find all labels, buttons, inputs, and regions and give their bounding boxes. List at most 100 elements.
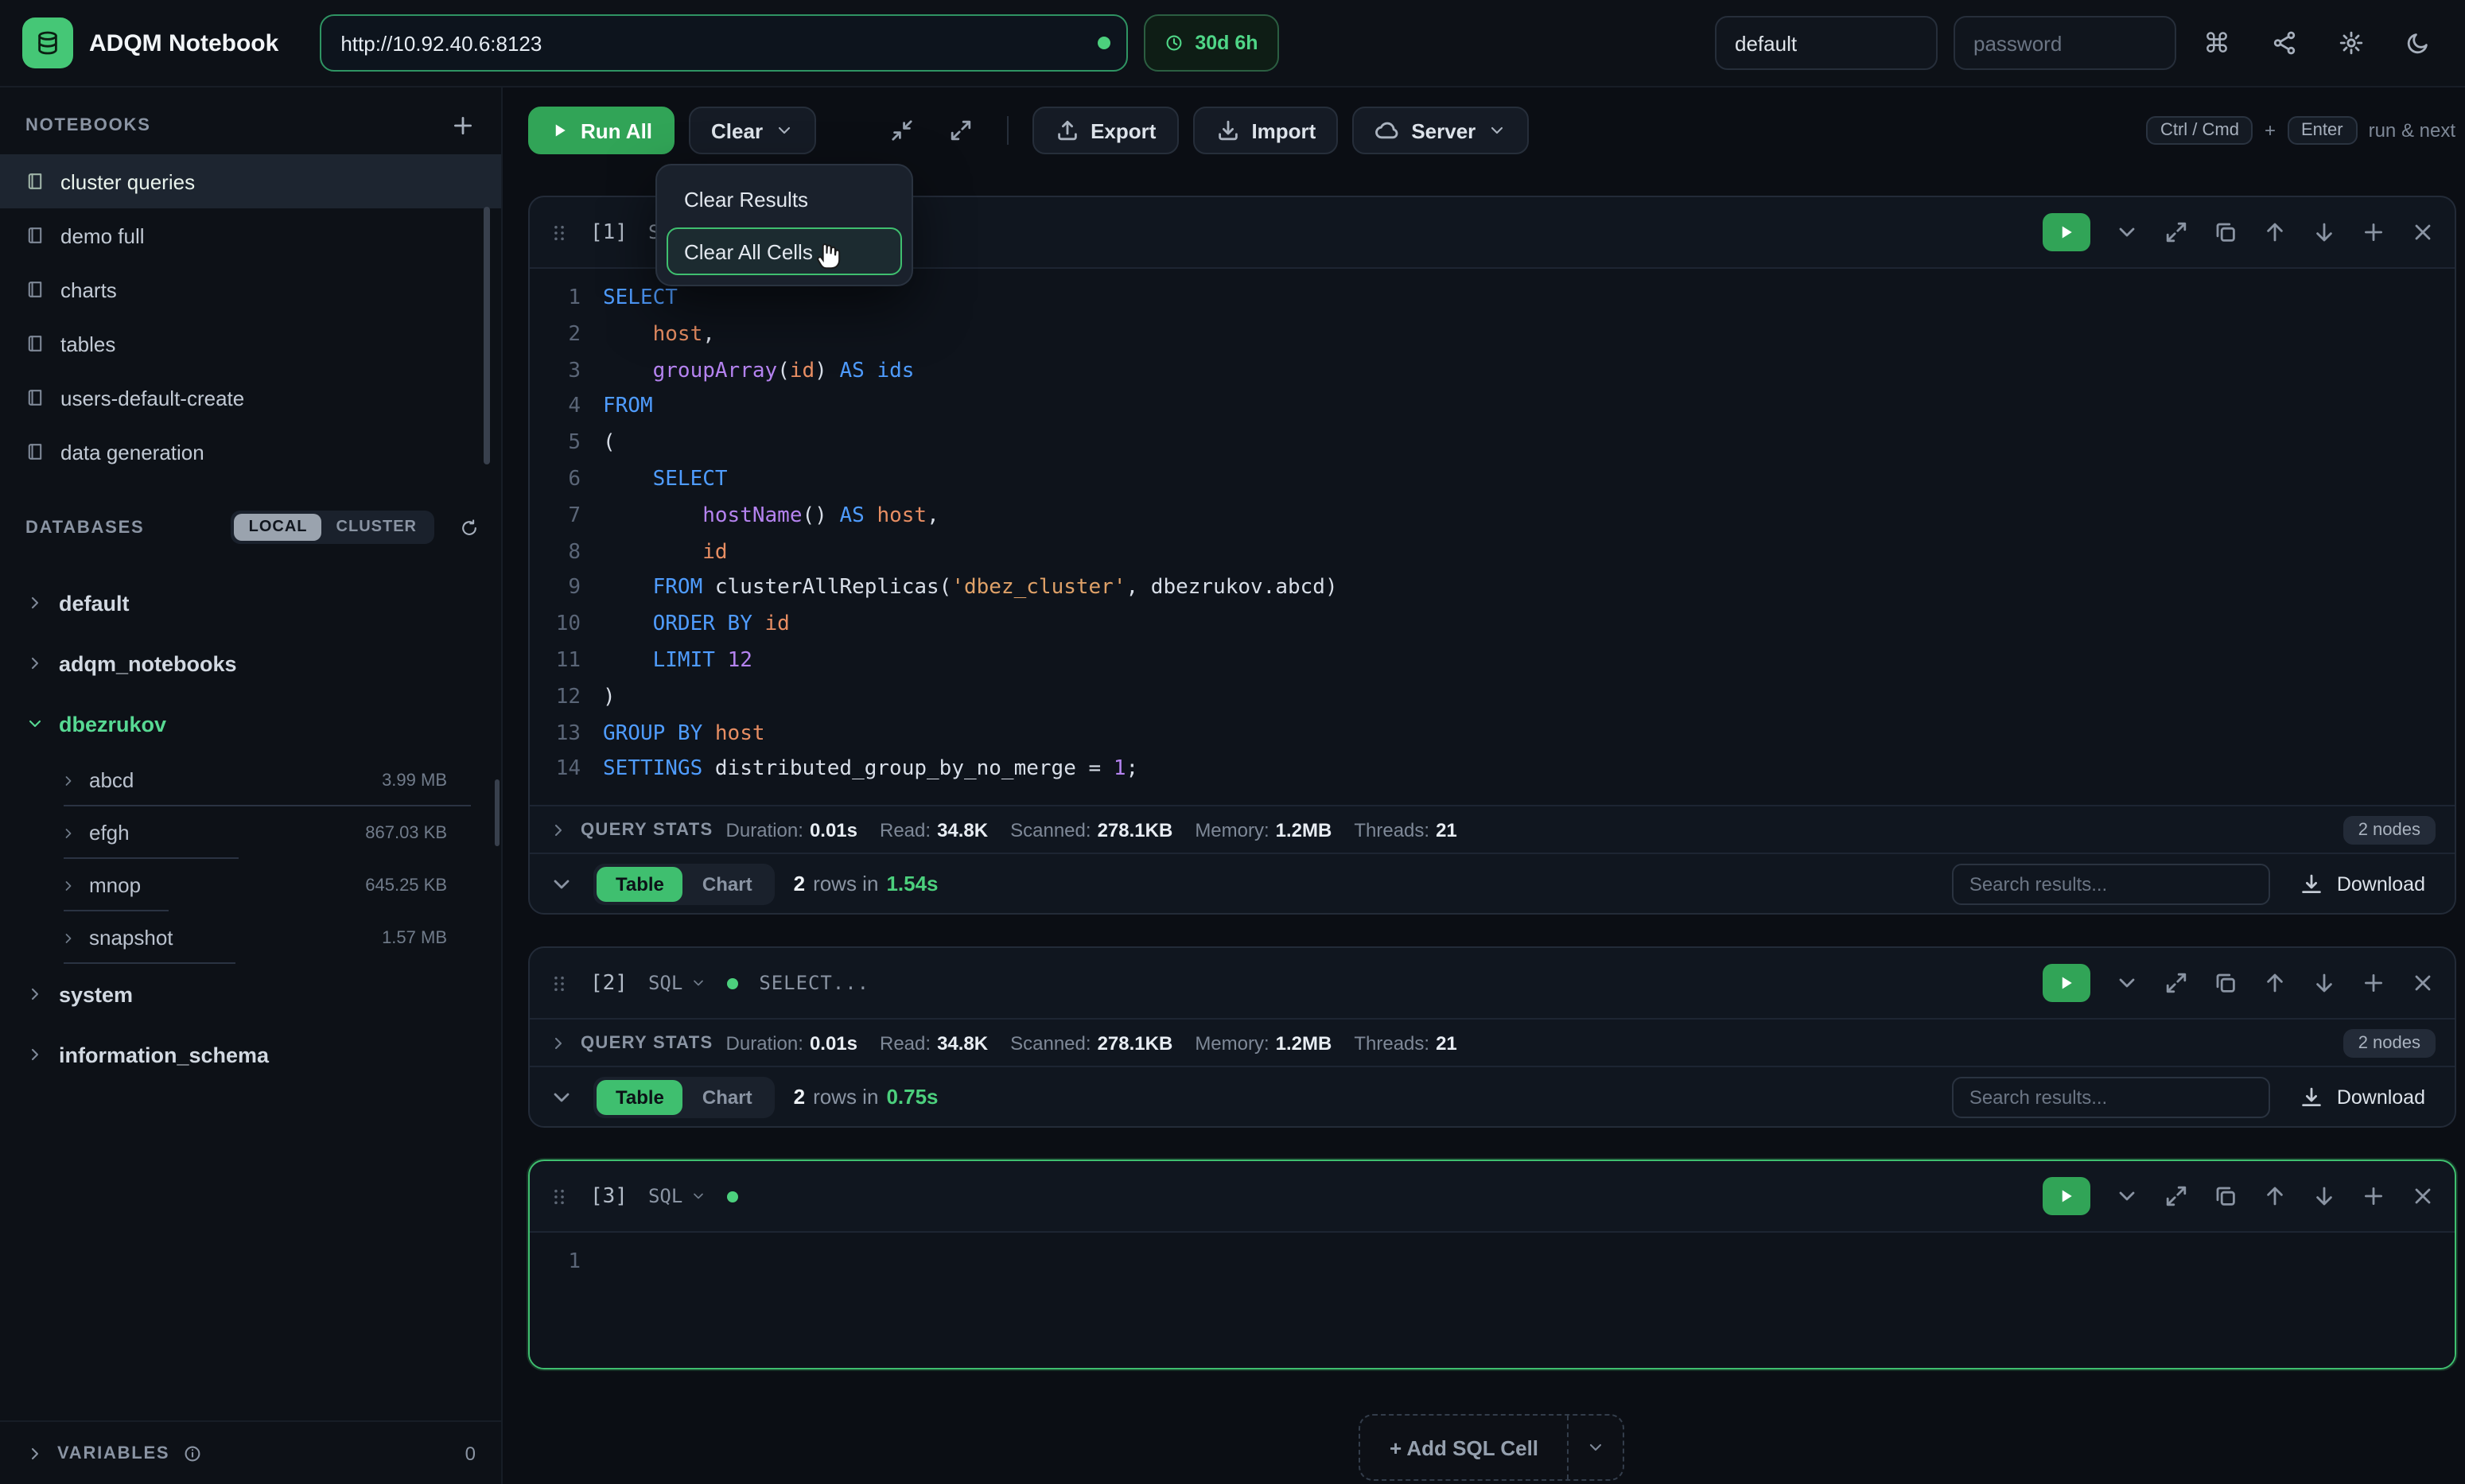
tree-db-system[interactable]: system <box>0 964 501 1024</box>
drag-handle-icon[interactable] <box>549 973 570 993</box>
code-line[interactable]: ORDER BY id <box>603 608 2454 644</box>
code-line[interactable]: SELECT <box>603 282 2454 318</box>
sql-editor[interactable]: 1234567891011121314 SELECT host, groupAr… <box>530 267 2454 805</box>
scope-local-option[interactable]: LOCAL <box>235 514 322 541</box>
collapse-cell-icon[interactable] <box>2113 219 2139 245</box>
delete-cell-icon[interactable] <box>2409 219 2435 245</box>
code-line[interactable] <box>603 1245 2454 1282</box>
chevron-right-icon[interactable] <box>549 820 568 839</box>
query-stats-bar[interactable]: QUERY STATS Duration:0.01sRead:34.8KScan… <box>530 805 2454 853</box>
chevron-down-icon[interactable] <box>25 714 45 733</box>
sidebar-notebook-cluster-queries[interactable]: cluster queries <box>0 154 501 208</box>
code-line[interactable]: ) <box>603 681 2454 717</box>
code-line[interactable]: GROUP BY host <box>603 717 2454 753</box>
move-cell-up-icon[interactable] <box>2261 1183 2287 1209</box>
duplicate-cell-icon[interactable] <box>2212 219 2238 245</box>
drag-handle-icon[interactable] <box>549 222 570 243</box>
chevron-right-icon[interactable] <box>60 930 76 946</box>
collapse-cell-icon[interactable] <box>2113 970 2139 996</box>
chevron-right-icon[interactable] <box>25 1443 45 1463</box>
menu-item-clear-all-cells[interactable]: Clear All Cells <box>667 227 902 275</box>
tree-db-adqm_notebooks[interactable]: adqm_notebooks <box>0 633 501 693</box>
collapsed-query-preview[interactable]: SELECT... <box>759 972 869 994</box>
menu-item-clear-results[interactable]: Clear Results <box>667 175 902 223</box>
collapse-cell-icon[interactable] <box>2113 1183 2139 1209</box>
server-button[interactable]: Server <box>1352 107 1528 154</box>
run-cell-button[interactable] <box>2042 213 2090 251</box>
add-cell-icon[interactable] <box>2360 219 2385 245</box>
delete-cell-icon[interactable] <box>2409 1183 2435 1209</box>
chevron-right-icon[interactable] <box>549 1033 568 1052</box>
clear-button[interactable]: Clear <box>689 107 815 154</box>
sidebar-notebook-users-default-create[interactable]: users-default-create <box>0 371 501 425</box>
move-cell-down-icon[interactable] <box>2311 1183 2336 1209</box>
import-button[interactable]: Import <box>1192 107 1338 154</box>
refresh-databases-button[interactable] <box>460 518 479 537</box>
share-button[interactable] <box>2258 17 2309 68</box>
tab-chart[interactable]: Chart <box>683 1079 772 1114</box>
move-cell-down-icon[interactable] <box>2311 970 2336 996</box>
cell3-code[interactable] <box>603 1245 2454 1352</box>
code-line[interactable]: hostName() AS host, <box>603 499 2454 536</box>
cell-language-select[interactable]: SQL <box>648 972 706 994</box>
maximize-cell-icon[interactable] <box>2163 219 2188 245</box>
chevron-right-icon[interactable] <box>25 985 45 1004</box>
expand-all-button[interactable] <box>938 107 982 154</box>
settings-button[interactable] <box>2325 17 2376 68</box>
sidebar-notebook-demo-full[interactable]: demo full <box>0 208 501 262</box>
download-button[interactable]: Download <box>2289 871 2435 896</box>
code-line[interactable]: host, <box>603 318 2454 355</box>
download-button[interactable]: Download <box>2289 1084 2435 1109</box>
tree-scrollbar-thumb[interactable] <box>495 779 500 846</box>
tab-chart[interactable]: Chart <box>683 866 772 901</box>
move-cell-up-icon[interactable] <box>2261 219 2287 245</box>
chevron-down-icon[interactable] <box>549 871 574 896</box>
variables-bar[interactable]: VARIABLES 0 <box>0 1420 501 1484</box>
chevron-right-icon[interactable] <box>25 1045 45 1064</box>
chevron-down-icon[interactable] <box>549 1084 574 1109</box>
cell1-code[interactable]: SELECT host, groupArray(id) AS idsFROM( … <box>603 282 2454 789</box>
duplicate-cell-icon[interactable] <box>2212 970 2238 996</box>
theme-toggle-button[interactable] <box>2392 17 2443 68</box>
delete-cell-icon[interactable] <box>2409 970 2435 996</box>
collapse-all-button[interactable] <box>879 107 923 154</box>
run-cell-button[interactable] <box>2042 964 2090 1002</box>
add-notebook-button[interactable] <box>450 113 476 138</box>
tab-table[interactable]: Table <box>597 1079 683 1114</box>
duplicate-cell-icon[interactable] <box>2212 1183 2238 1209</box>
code-line[interactable]: FROM <box>603 390 2454 427</box>
add-cell-icon[interactable] <box>2360 1183 2385 1209</box>
export-button[interactable]: Export <box>1032 107 1178 154</box>
search-results-input[interactable] <box>1952 863 2270 904</box>
drag-handle-icon[interactable] <box>549 1186 570 1206</box>
server-url-input[interactable] <box>320 14 1128 72</box>
code-line[interactable]: id <box>603 535 2454 572</box>
username-input[interactable] <box>1714 16 1937 70</box>
sidebar-notebook-tables[interactable]: tables <box>0 317 501 371</box>
cell-language-select[interactable]: SQL <box>648 1185 706 1207</box>
shortcuts-button[interactable]: ⌘ <box>2191 17 2242 68</box>
tree-table-mnop[interactable]: mnop645.25 KB <box>0 859 501 911</box>
move-cell-down-icon[interactable] <box>2311 219 2336 245</box>
chevron-right-icon[interactable] <box>25 593 45 612</box>
sidebar-notebook-charts[interactable]: charts <box>0 262 501 317</box>
query-stats-bar[interactable]: QUERY STATS Duration:0.01sRead:34.8KScan… <box>530 1018 2454 1066</box>
code-line[interactable]: ( <box>603 426 2454 463</box>
code-line[interactable]: FROM clusterAllReplicas('dbez_cluster', … <box>603 572 2454 608</box>
sql-editor[interactable]: 1 <box>530 1231 2454 1368</box>
run-all-button[interactable]: Run All <box>528 107 675 154</box>
tree-table-efgh[interactable]: efgh867.03 KB <box>0 806 501 859</box>
tree-table-snapshot[interactable]: snapshot1.57 MB <box>0 911 501 964</box>
password-input[interactable] <box>1953 16 2175 70</box>
scope-cluster-option[interactable]: CLUSTER <box>322 514 431 541</box>
add-sql-cell-button[interactable]: + Add SQL Cell <box>1359 1414 1624 1481</box>
tree-table-abcd[interactable]: abcd3.99 MB <box>0 754 501 806</box>
maximize-cell-icon[interactable] <box>2163 1183 2188 1209</box>
chevron-right-icon[interactable] <box>25 654 45 673</box>
code-line[interactable]: LIMIT 12 <box>603 644 2454 681</box>
search-results-input[interactable] <box>1952 1076 2270 1117</box>
code-line[interactable]: SETTINGS distributed_group_by_no_merge =… <box>603 753 2454 790</box>
code-line[interactable]: SELECT <box>603 463 2454 499</box>
maximize-cell-icon[interactable] <box>2163 970 2188 996</box>
tab-table[interactable]: Table <box>597 866 683 901</box>
